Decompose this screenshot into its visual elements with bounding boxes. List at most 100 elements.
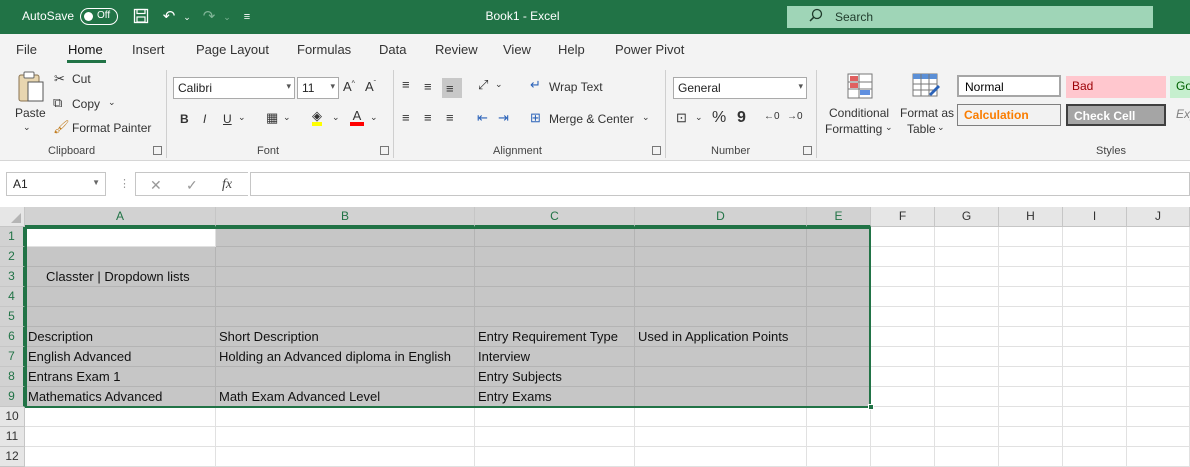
- align-bottom-icon[interactable]: ≡: [446, 81, 454, 96]
- cell-a7[interactable]: English Advanced: [25, 347, 216, 367]
- column-header-j[interactable]: J: [1127, 207, 1190, 227]
- cell-c5[interactable]: [475, 307, 635, 327]
- cell-e5[interactable]: [807, 307, 871, 327]
- column-header-c[interactable]: C: [475, 207, 635, 227]
- cell-a8[interactable]: Entrans Exam 1: [25, 367, 216, 387]
- tab-insert[interactable]: Insert: [132, 42, 165, 57]
- cell-style-calculation[interactable]: Calculation: [957, 104, 1061, 126]
- cell-j9[interactable]: [1127, 387, 1190, 407]
- cell-f9[interactable]: [871, 387, 935, 407]
- font-color-dropdown-icon[interactable]: ⌄: [370, 112, 378, 123]
- cell-c12[interactable]: [475, 447, 635, 467]
- cell-i7[interactable]: [1063, 347, 1127, 367]
- cell-h6[interactable]: [999, 327, 1063, 347]
- format-painter-button[interactable]: Format Painter: [72, 121, 151, 135]
- align-center-icon[interactable]: ≡: [424, 110, 432, 125]
- cell-h3[interactable]: [999, 267, 1063, 287]
- cell-i2[interactable]: [1063, 247, 1127, 267]
- cell-h10[interactable]: [999, 407, 1063, 427]
- cell-d2[interactable]: [635, 247, 807, 267]
- increase-font-icon[interactable]: A^: [343, 79, 355, 94]
- cell-h4[interactable]: [999, 287, 1063, 307]
- row-header-10[interactable]: 10: [0, 407, 25, 427]
- row-header-1[interactable]: 1: [0, 227, 25, 247]
- tab-data[interactable]: Data: [379, 42, 406, 57]
- cell-c6[interactable]: Entry Requirement Type: [475, 327, 635, 347]
- row-header-9[interactable]: 9: [0, 387, 25, 407]
- cell-e8[interactable]: [807, 367, 871, 387]
- cell-d5[interactable]: [635, 307, 807, 327]
- cell-a1[interactable]: [25, 227, 216, 247]
- cell-h2[interactable]: [999, 247, 1063, 267]
- decrease-indent-icon[interactable]: ⇤: [477, 110, 488, 126]
- cell-a9[interactable]: Mathematics Advanced: [25, 387, 216, 407]
- cell-g7[interactable]: [935, 347, 999, 367]
- cell-c7[interactable]: Interview: [475, 347, 635, 367]
- cell-e2[interactable]: [807, 247, 871, 267]
- column-header-f[interactable]: F: [871, 207, 935, 227]
- borders-dropdown-icon[interactable]: ⌄: [283, 112, 291, 123]
- formula-input[interactable]: [250, 172, 1190, 196]
- column-header-i[interactable]: I: [1063, 207, 1127, 227]
- fill-handle[interactable]: [868, 404, 874, 410]
- cell-j1[interactable]: [1127, 227, 1190, 247]
- insert-function-icon[interactable]: fx: [222, 177, 232, 193]
- row-header-3[interactable]: 3: [0, 267, 25, 287]
- cell-d11[interactable]: [635, 427, 807, 447]
- search-box[interactable]: Search: [787, 6, 1153, 28]
- column-header-b[interactable]: B: [216, 207, 475, 227]
- conditional-formatting-dropdown-icon[interactable]: ⌄: [885, 122, 893, 133]
- cell-d9[interactable]: [635, 387, 807, 407]
- tab-power-pivot[interactable]: Power Pivot: [615, 42, 684, 57]
- merge-center-button[interactable]: Merge & Center: [549, 112, 634, 126]
- cell-e9[interactable]: [807, 387, 871, 407]
- row-header-8[interactable]: 8: [0, 367, 25, 387]
- cell-g9[interactable]: [935, 387, 999, 407]
- format-painter-icon[interactable]: 🖌: [53, 119, 70, 135]
- merge-dropdown-icon[interactable]: ⌄: [642, 112, 650, 123]
- alignment-launcher-icon[interactable]: [652, 146, 661, 155]
- cell-i5[interactable]: [1063, 307, 1127, 327]
- cell-c4[interactable]: [475, 287, 635, 307]
- row-header-2[interactable]: 2: [0, 247, 25, 267]
- cell-g4[interactable]: [935, 287, 999, 307]
- cell-j12[interactable]: [1127, 447, 1190, 467]
- column-header-h[interactable]: H: [999, 207, 1063, 227]
- cell-a4[interactable]: [25, 287, 216, 307]
- cell-b8[interactable]: [216, 367, 475, 387]
- row-header-12[interactable]: 12: [0, 447, 25, 467]
- cell-b5[interactable]: [216, 307, 475, 327]
- row-header-5[interactable]: 5: [0, 307, 25, 327]
- cell-a2[interactable]: [25, 247, 216, 267]
- percent-button[interactable]: %: [712, 109, 726, 127]
- cell-c9[interactable]: Entry Exams: [475, 387, 635, 407]
- cell-e4[interactable]: [807, 287, 871, 307]
- cell-b10[interactable]: [216, 407, 475, 427]
- cell-f2[interactable]: [871, 247, 935, 267]
- tab-file[interactable]: File: [16, 42, 37, 57]
- accounting-dropdown-icon[interactable]: ⌄: [695, 112, 703, 123]
- paste-icon[interactable]: [16, 70, 46, 104]
- column-header-e[interactable]: E: [807, 207, 871, 227]
- cancel-icon[interactable]: ✕: [150, 177, 162, 194]
- tab-help[interactable]: Help: [558, 42, 585, 57]
- cell-f8[interactable]: [871, 367, 935, 387]
- number-launcher-icon[interactable]: [803, 146, 812, 155]
- cell-g1[interactable]: [935, 227, 999, 247]
- cell-h7[interactable]: [999, 347, 1063, 367]
- align-right-icon[interactable]: ≡: [446, 110, 454, 125]
- cell-style-normal[interactable]: Normal: [957, 75, 1061, 97]
- borders-icon[interactable]: ▦: [266, 110, 278, 126]
- cell-e7[interactable]: [807, 347, 871, 367]
- cell-c1[interactable]: [475, 227, 635, 247]
- cell-b12[interactable]: [216, 447, 475, 467]
- font-launcher-icon[interactable]: [380, 146, 389, 155]
- accounting-format-icon[interactable]: ⊡: [676, 110, 687, 126]
- tab-home[interactable]: Home: [68, 42, 103, 57]
- cell-a3[interactable]: Classter | Dropdown lists: [25, 267, 216, 287]
- cell-b6[interactable]: Short Description: [216, 327, 475, 347]
- cell-d4[interactable]: [635, 287, 807, 307]
- cell-b3[interactable]: [216, 267, 475, 287]
- cell-g5[interactable]: [935, 307, 999, 327]
- merge-center-icon[interactable]: ⊞: [530, 110, 541, 126]
